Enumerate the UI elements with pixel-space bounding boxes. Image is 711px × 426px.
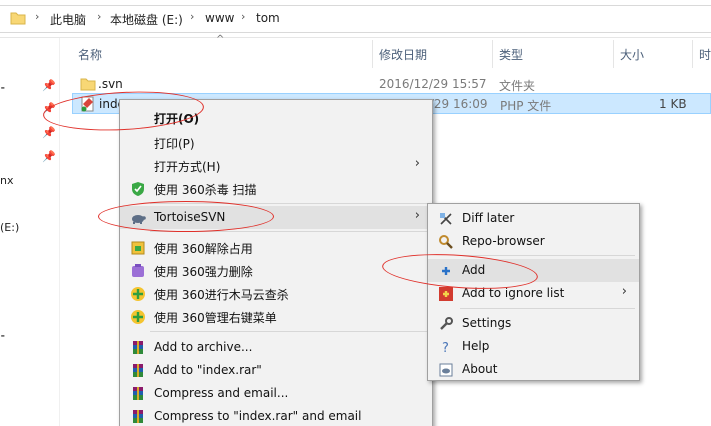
column-divider[interactable] [692,40,693,68]
folder-icon [80,78,96,91]
pin-icon[interactable]: 📌 [42,126,56,139]
delete-360-icon [132,264,144,277]
submenu-item-label: Diff later [462,211,515,225]
menu-item-label: 打开方式(H) [154,160,221,174]
menu-item-open-with[interactable]: 打开方式(H) › [120,154,432,177]
chevron-right-icon: › [621,284,627,299]
column-header-modified[interactable]: 修改日期 [379,46,427,63]
ignore-icon [439,287,453,301]
submenu-item-label: Repo-browser [462,234,545,248]
menu-item-add-to-index-rar[interactable]: Add to "index.rar" [120,359,432,382]
menu-item-label: Add to archive... [154,340,253,354]
column-header-type[interactable]: 类型 [499,46,523,63]
menu-manage-360-icon [131,310,145,324]
menu-item-label: Compress and email... [154,386,289,400]
pin-icon[interactable]: 📌 [42,150,56,163]
shield-360-icon [132,182,144,196]
menu-item-360-unlock[interactable]: 使用 360解除占用 [120,236,432,259]
submenu-item-label: Help [462,339,490,353]
submenu-item-label: About [462,362,498,376]
menu-separator [460,308,635,309]
column-header-time[interactable]: 时 [699,46,711,63]
menu-item-360-cloud-scan[interactable]: 使用 360进行木马云查杀 [120,282,432,305]
sort-up-icon: ^ [216,34,225,45]
winrar-icon [133,341,143,354]
chevron-right-icon: › [97,10,102,23]
menu-separator [150,331,428,332]
menu-item-print[interactable]: 打印(P) [120,131,432,154]
breadcrumb-item[interactable]: tom [256,11,280,25]
file-type: 文件夹 [499,79,536,93]
help-icon: ? [442,341,449,355]
winrar-icon [133,387,143,400]
menu-item-label: 使用 360进行木马云查杀 [154,288,289,302]
file-size: 1 KB [659,97,687,111]
submenu-item-about[interactable]: About [428,358,639,381]
nav-dot: ⁃ [0,82,6,95]
column-divider[interactable] [613,40,614,68]
chevron-right-icon: › [414,156,420,171]
file-modified: 2016/12/29 15:57 [379,77,487,91]
explorer-window: › 此电脑 › 本地磁盘 (E:) › www › tom 📌 📌 📌 📌 ⁃ … [0,0,711,426]
folder-icon [10,12,26,25]
navigation-pane: 📌 📌 📌 📌 ⁃ nx (E:) ⁃ [0,38,60,426]
menu-item-add-to-archive[interactable]: Add to archive... [120,336,432,359]
menu-item-label: Add to "index.rar" [154,363,262,377]
submenu-item-settings[interactable]: Settings [428,312,639,335]
nav-dot: ⁃ [0,330,6,343]
breadcrumb[interactable] [0,5,711,33]
menu-item-compress-to-rar-and-email[interactable]: Compress to "index.rar" and email [120,405,432,426]
menu-item-label: 打印(P) [154,137,195,151]
chevron-right-icon: › [190,10,195,23]
winrar-icon [133,364,143,377]
submenu-item-repo-browser[interactable]: Repo-browser [428,230,639,253]
submenu-item-help[interactable]: ? Help [428,335,639,358]
winrar-icon [133,410,143,423]
address-bar: › 此电脑 › 本地磁盘 (E:) › www › tom [0,0,711,38]
file-name: .svn [98,77,123,91]
repo-browser-icon [439,235,453,249]
nav-item-drive-e[interactable]: (E:) [0,221,19,234]
menu-item-label: 使用 360管理右键菜单 [154,311,277,325]
submenu-item-diff-later[interactable]: Diff later [428,207,639,230]
menu-item-360-menu-manage[interactable]: 使用 360管理右键菜单 [120,305,432,328]
submenu-item-label: Settings [462,316,512,330]
cloud-scan-360-icon [131,287,145,301]
breadcrumb-item[interactable]: 此电脑 [50,11,86,28]
menu-item-label: 使用 360解除占用 [154,242,253,256]
menu-item-compress-and-email[interactable]: Compress and email... [120,382,432,405]
column-divider[interactable] [492,40,493,68]
about-icon [439,363,453,377]
menu-item-label: Compress to "index.rar" and email [154,409,362,423]
tortoisesvn-submenu: Diff later Repo-browser Add Add to ignor… [427,203,640,381]
menu-separator [460,255,635,256]
chevron-right-icon: › [414,208,420,223]
breadcrumb-item[interactable]: www [205,11,234,25]
menu-item-label: 使用 360强力删除 [154,265,253,279]
chevron-right-icon: › [35,10,40,23]
settings-icon [440,317,453,330]
file-type: PHP 文件 [500,99,552,113]
menu-item-360-scan[interactable]: 使用 360杀毒 扫描 [120,177,432,200]
diff-icon [440,213,452,225]
pin-icon[interactable]: 📌 [42,79,56,92]
chevron-right-icon: › [241,10,246,23]
file-row-svn[interactable]: .svn 2016/12/29 15:57 文件夹 [72,74,711,95]
nav-item-nx[interactable]: nx [0,174,13,187]
annotation-circle-tortoisesvn [98,201,274,232]
column-header-name[interactable]: 名称 [78,46,102,63]
menu-item-label: 使用 360杀毒 扫描 [154,183,257,197]
column-divider[interactable] [372,40,373,68]
svg-text:?: ? [442,341,449,355]
breadcrumb-item[interactable]: 本地磁盘 (E:) [110,11,183,28]
column-header-size[interactable]: 大小 [620,46,644,63]
unlock-360-icon [131,241,145,255]
